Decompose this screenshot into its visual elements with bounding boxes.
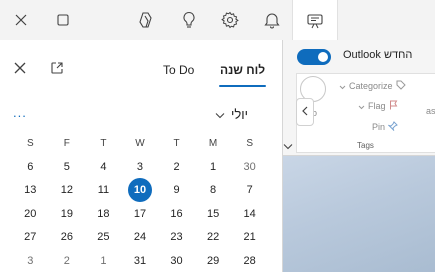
notifications-button[interactable]	[252, 0, 292, 40]
day-cell[interactable]: 16	[158, 202, 195, 225]
tags-group-label: Tags	[357, 141, 374, 150]
chevron-down-icon	[339, 77, 346, 95]
today-marker: 10	[127, 178, 152, 203]
tab-todo[interactable]: To Do	[163, 63, 194, 77]
close-icon	[13, 62, 27, 79]
day-cell[interactable]: 30	[231, 155, 268, 178]
day-cell[interactable]: 2	[49, 249, 86, 272]
maximize-button[interactable]	[43, 0, 83, 40]
week-row: 27 26 25 24 23 22 21	[12, 226, 268, 249]
day-cell[interactable]: 27	[12, 226, 49, 249]
day-cell[interactable]: 30	[158, 249, 195, 272]
weekday-label: S	[26, 138, 34, 150]
my-day-icon	[306, 13, 324, 29]
day-cell[interactable]: 7	[231, 179, 268, 202]
day-cell[interactable]: 3	[122, 155, 159, 178]
today-cell[interactable]: 10	[122, 178, 159, 203]
day-cell[interactable]: 9	[158, 179, 195, 202]
pop-out-icon	[50, 62, 64, 79]
day-cell[interactable]: 11	[85, 179, 122, 202]
month-grid: SFTWTMS 6 5 4 3 2 1 30 13 12 11 10 9 8 7 20 19 18 17 16 15 1…	[12, 132, 268, 272]
day-cell[interactable]: 29	[195, 249, 232, 272]
day-cell[interactable]: 22	[195, 226, 232, 249]
day-cell[interactable]: 2	[158, 155, 195, 178]
day-cell[interactable]: 23	[158, 226, 195, 249]
day-cell[interactable]: 1	[85, 249, 122, 272]
copilot-icon	[137, 11, 155, 29]
day-cell[interactable]: 21	[231, 226, 268, 249]
day-cell[interactable]: 19	[49, 202, 86, 225]
close-icon	[15, 14, 27, 26]
categorize-label: Categorize	[349, 81, 393, 91]
more-options-button[interactable]: ...	[13, 105, 27, 120]
tab-indicator	[219, 85, 266, 87]
day-cell[interactable]: 3	[12, 249, 49, 272]
ribbon-expand-button[interactable]	[283, 137, 293, 155]
square-icon	[57, 14, 69, 26]
ribbon-scroll-button[interactable]	[296, 98, 314, 126]
day-cell[interactable]: 31	[122, 249, 159, 272]
copilot-button[interactable]	[126, 0, 166, 40]
gear-icon	[221, 11, 239, 29]
day-cell[interactable]: 17	[122, 202, 159, 225]
pin-icon	[387, 118, 398, 136]
lightbulb-icon	[181, 11, 197, 29]
pin-label: Pin	[372, 122, 386, 132]
day-cell[interactable]: 14	[231, 202, 268, 225]
new-outlook-label: Outlook החדש	[343, 49, 413, 61]
day-cell[interactable]: 24	[122, 226, 159, 249]
day-cell[interactable]: 12	[49, 179, 86, 202]
day-cell[interactable]: 1	[195, 155, 232, 178]
chevron-down-icon	[215, 107, 225, 122]
flag-button[interactable]: Flag	[358, 97, 398, 115]
day-cell[interactable]: 26	[49, 226, 86, 249]
background-image	[282, 155, 435, 272]
ribbon-label-fragment: as	[426, 106, 435, 116]
weekday-label: T	[173, 138, 180, 150]
bell-icon	[264, 11, 280, 29]
day-cell[interactable]: 28	[231, 249, 268, 272]
day-cell[interactable]: 13	[12, 179, 49, 202]
pop-out-button[interactable]	[50, 61, 64, 80]
flag-icon	[389, 97, 398, 115]
day-cell[interactable]: 6	[12, 155, 49, 178]
day-cell[interactable]: 4	[85, 155, 122, 178]
title-bar	[0, 0, 435, 41]
day-cell[interactable]: 5	[49, 155, 86, 178]
month-label: יולי	[231, 107, 249, 122]
day-cell[interactable]: 25	[85, 226, 122, 249]
weekday-label: M	[208, 138, 218, 150]
week-row: 3 2 1 31 30 29 28	[12, 249, 268, 272]
weekday-label: F	[63, 138, 70, 150]
categorize-button[interactable]: Categorize	[339, 77, 406, 95]
toggle-knob	[318, 52, 328, 62]
day-cell[interactable]: 18	[85, 202, 122, 225]
day-cell[interactable]: 8	[195, 179, 232, 202]
weekday-label: W	[135, 138, 145, 150]
chevron-down-icon	[283, 137, 293, 154]
week-row: 13 12 11 10 9 8 7	[12, 178, 268, 203]
tab-calendar[interactable]: לוח שנה	[220, 63, 265, 77]
weekday-header: SFTWTMS	[12, 132, 268, 155]
tips-button[interactable]	[169, 0, 209, 40]
week-row: 6 5 4 3 2 1 30	[12, 155, 268, 178]
new-outlook-toggle[interactable]	[297, 49, 331, 65]
close-window-button[interactable]	[1, 0, 41, 40]
weekday-label: T	[100, 138, 107, 150]
weekday-label: S	[246, 138, 253, 150]
flag-label: Flag	[368, 101, 386, 111]
close-pane-button[interactable]	[13, 61, 27, 80]
day-cell[interactable]: 15	[195, 202, 232, 225]
pin-button[interactable]: Pin	[372, 118, 398, 136]
settings-button[interactable]	[210, 0, 250, 40]
tag-icon	[396, 77, 406, 95]
my-day-button[interactable]	[292, 0, 338, 41]
chevron-left-icon	[301, 103, 309, 121]
month-picker[interactable]: יולי	[215, 107, 248, 122]
chevron-down-icon	[358, 97, 365, 115]
week-row: 20 19 18 17 16 15 14	[12, 202, 268, 225]
day-cell[interactable]: 20	[12, 202, 49, 225]
